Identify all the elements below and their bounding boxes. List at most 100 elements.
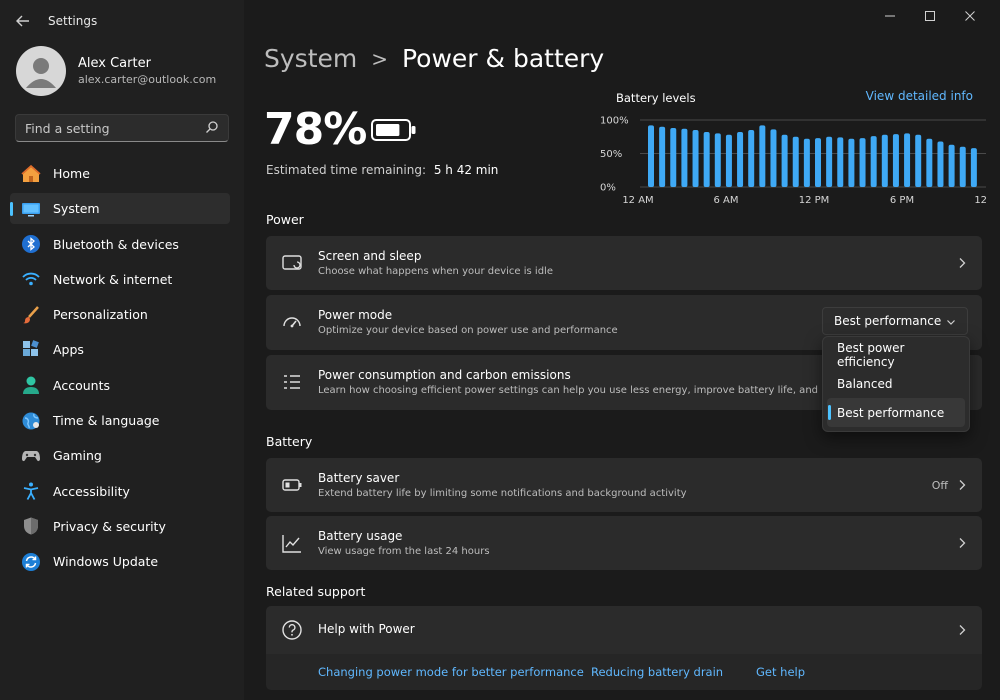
profile-email: alex.carter@outlook.com: [78, 73, 217, 86]
chart-bar: [815, 138, 821, 187]
search-input[interactable]: Find a setting: [15, 114, 229, 142]
minimize-icon: [885, 15, 895, 17]
sidebar-item-accessibility[interactable]: Accessibility: [10, 476, 230, 507]
chart-bar: [904, 133, 911, 187]
battery-saver-card[interactable]: Battery saver Extend battery life by lim…: [266, 458, 982, 512]
help-link-battery-drain[interactable]: Reducing battery drain: [591, 665, 723, 679]
menu-item-best-performance[interactable]: Best performance: [827, 398, 965, 427]
minimize-button[interactable]: [870, 6, 910, 26]
chart-bar: [937, 141, 944, 187]
chart-bar: [725, 134, 732, 187]
chart-bar: [948, 144, 955, 187]
chart-bar: [970, 148, 977, 187]
sidebar-item-label: Accessibility: [53, 483, 130, 499]
update-icon: [20, 551, 42, 573]
chart-bar: [737, 132, 744, 187]
window-controls: [870, 6, 990, 26]
chart-y-tick-label: 0%: [600, 183, 616, 194]
breadcrumb-separator: >: [371, 46, 388, 71]
sidebar-item-time-language[interactable]: Time & language: [10, 405, 230, 436]
chart-bar: [826, 136, 833, 187]
search-icon[interactable]: [205, 119, 219, 138]
breadcrumb-parent[interactable]: System: [264, 44, 357, 73]
sidebar-item-bluetooth[interactable]: Bluetooth & devices: [10, 229, 230, 260]
help-with-power-card[interactable]: Help with Power: [266, 606, 982, 654]
card-title: Battery usage: [318, 529, 403, 543]
chevron-right-icon: [959, 538, 966, 548]
app-title: Settings: [48, 14, 98, 28]
chart-bar: [670, 128, 677, 187]
chart-bar: [915, 134, 922, 187]
sidebar-item-apps[interactable]: Apps: [10, 334, 230, 365]
card-title: Help with Power: [318, 622, 415, 636]
estimated-time-label: Estimated time remaining:: [266, 163, 426, 177]
profile-name: Alex Carter: [78, 56, 151, 71]
chart-bar: [714, 133, 721, 187]
speedometer-icon: [281, 311, 303, 333]
battery-icon: [371, 118, 417, 146]
screen-sleep-card[interactable]: Screen and sleep Choose what happens whe…: [266, 236, 982, 290]
chart-x-tick-label: 12 AM: [974, 195, 990, 206]
chart-bar: [892, 134, 899, 187]
estimated-time: Estimated time remaining: 5 h 42 min: [266, 163, 498, 177]
help-link-power-mode[interactable]: Changing power mode for better performan…: [318, 665, 584, 679]
close-button[interactable]: [950, 6, 990, 26]
gamepad-icon: [20, 445, 42, 467]
account-icon: [20, 374, 42, 396]
sidebar-item-network[interactable]: Network & internet: [10, 264, 230, 295]
chart-bar: [848, 138, 855, 187]
sidebar-item-accounts[interactable]: Accounts: [10, 370, 230, 401]
sidebar-item-label: Gaming: [53, 448, 102, 464]
sidebar-item-label: Apps: [53, 342, 84, 358]
maximize-button[interactable]: [910, 6, 950, 26]
sidebar-item-home[interactable]: Home: [10, 158, 230, 189]
chart-bar: [959, 146, 966, 187]
screen-sleep-icon: [281, 252, 303, 274]
back-arrow-icon[interactable]: [12, 10, 34, 32]
card-description: Optimize your device based on power use …: [318, 325, 618, 336]
chart-bar: [703, 132, 710, 187]
chart-y-tick-label: 50%: [600, 149, 622, 160]
sidebar-item-label: Accounts: [53, 377, 110, 393]
chart-bar: [792, 136, 799, 187]
bluetooth-icon: [20, 233, 42, 255]
sidebar-item-label: Bluetooth & devices: [53, 236, 179, 252]
accessibility-icon: [20, 480, 42, 502]
page-title: Power & battery: [402, 44, 605, 73]
chart-x-tick-label: 12 AM: [622, 195, 653, 206]
sidebar-item-gaming[interactable]: Gaming: [10, 440, 230, 471]
battery-usage-card[interactable]: Battery usage View usage from the last 2…: [266, 516, 982, 570]
globe-icon: [20, 410, 42, 432]
battery-levels-chart: 100% 50% 0% 12 AM 6 AM 12 PM 6 PM 12 AM: [600, 116, 990, 207]
sidebar-item-privacy[interactable]: Privacy & security: [10, 511, 230, 542]
power-mode-dropdown[interactable]: Best performance: [822, 307, 968, 335]
menu-item-balanced[interactable]: Balanced: [827, 369, 965, 398]
sidebar-item-label: Windows Update: [53, 554, 159, 570]
chevron-right-icon: [959, 258, 966, 268]
card-description: Choose what happens when your device is …: [318, 266, 553, 277]
sidebar-item-windows-update[interactable]: Windows Update: [10, 546, 230, 577]
sidebar-item-personalization[interactable]: Personalization: [10, 299, 230, 330]
chart-x-tick-label: 12 PM: [799, 195, 830, 206]
user-profile[interactable]: Alex Carter alex.carter@outlook.com: [16, 46, 216, 96]
search-placeholder: Find a setting: [25, 120, 110, 136]
sidebar-nav: Home System Bluetooth & devices Network …: [10, 158, 230, 582]
help-link-get-help[interactable]: Get help: [756, 665, 805, 679]
sidebar-item-system[interactable]: System: [10, 193, 230, 225]
menu-item-best-power-efficiency[interactable]: Best power efficiency: [827, 340, 965, 369]
chart-bar: [859, 138, 866, 187]
chart-bar: [659, 126, 666, 187]
sidebar-item-label: Personalization: [53, 307, 148, 323]
view-detailed-info-link[interactable]: View detailed info: [866, 89, 973, 103]
chart-bar: [881, 134, 888, 187]
sidebar-item-label: Home: [53, 166, 90, 181]
card-title: Battery saver: [318, 471, 400, 485]
wifi-icon: [20, 268, 42, 290]
card-title: Power mode: [318, 308, 393, 322]
estimated-time-value: 5 h 42 min: [433, 163, 499, 177]
chart-bar: [803, 138, 810, 187]
chart-y-tick-label: 100%: [600, 116, 629, 127]
chart-bar: [837, 137, 844, 187]
chart-title: Battery levels: [616, 91, 696, 105]
section-label-power: Power: [266, 212, 304, 227]
